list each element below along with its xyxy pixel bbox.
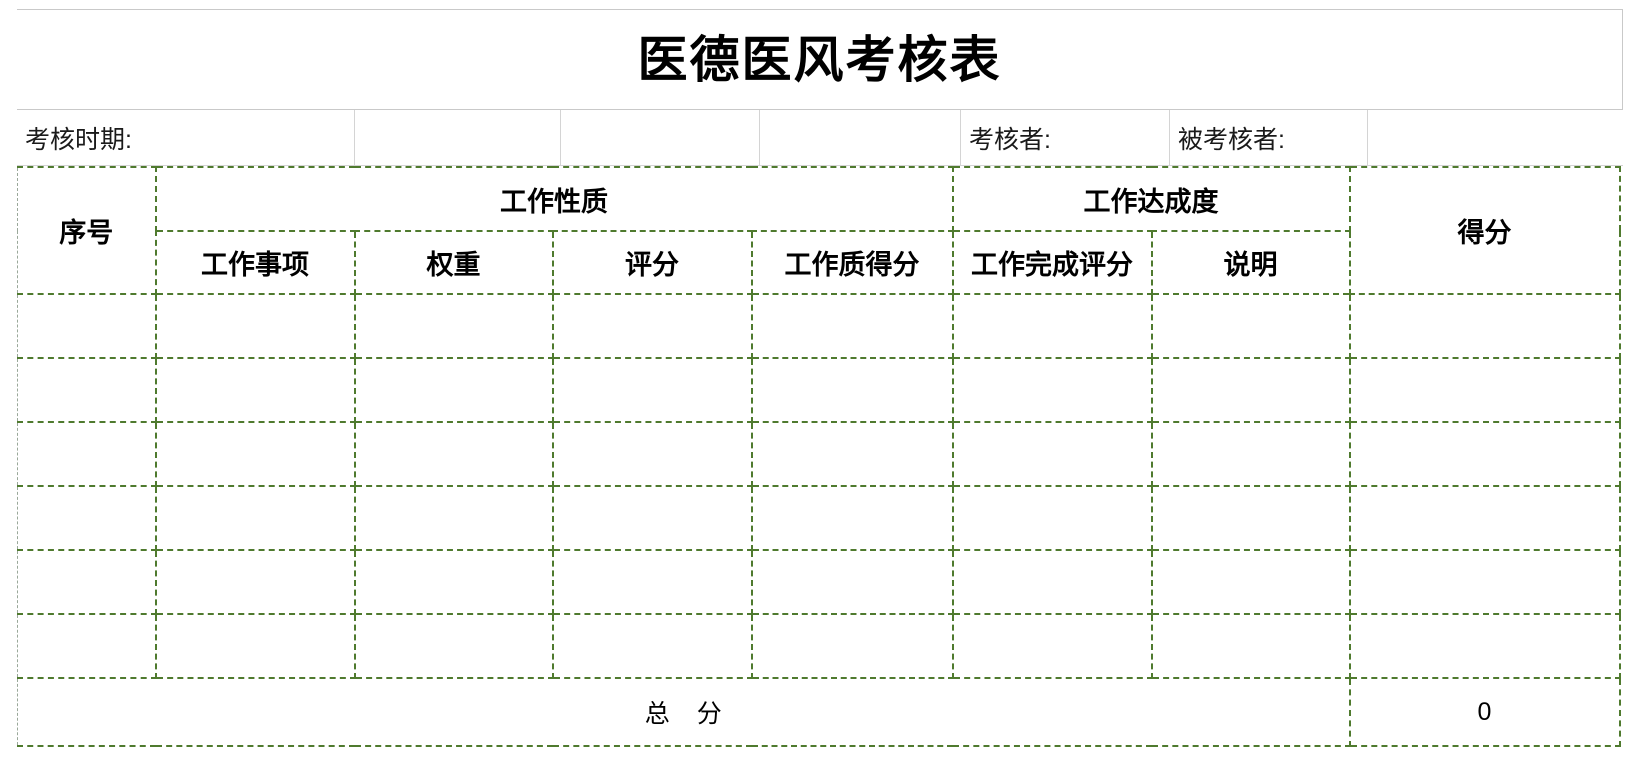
cell-work-item[interactable] [154, 549, 356, 615]
header-row-groups: 序号 工作性质 工作达成度 得分 [17, 166, 1621, 295]
cell-work-quality-score[interactable] [750, 293, 954, 359]
table-row [17, 613, 1621, 679]
total-row: 总 分 0 [17, 677, 1621, 747]
column-header-work-item: 工作事项 [154, 230, 356, 295]
cell-remark[interactable] [1150, 485, 1351, 551]
cell-work-completion-score[interactable] [951, 293, 1153, 359]
table-row [17, 421, 1621, 487]
cell-work-quality-score[interactable] [750, 549, 954, 615]
meta-row: 考核时期: 考核者: 被考核者: [17, 110, 1623, 166]
meta-field-period[interactable]: 考核时期: [17, 110, 355, 166]
page-title: 医德医风考核表 [637, 31, 1002, 88]
cell-score[interactable] [1348, 421, 1621, 487]
cell-work-item[interactable] [154, 485, 356, 551]
column-header-work-quality-score: 工作质得分 [750, 230, 954, 295]
cell-seq[interactable] [17, 613, 157, 679]
cell-remark[interactable] [1150, 357, 1351, 423]
cell-seq[interactable] [17, 485, 157, 551]
cell-remark[interactable] [1150, 613, 1351, 679]
cell-work-completion-score[interactable] [951, 421, 1153, 487]
cell-weight[interactable] [353, 293, 554, 359]
cell-work-completion-score[interactable] [951, 357, 1153, 423]
cell-work-quality-score[interactable] [750, 357, 954, 423]
cell-weight[interactable] [353, 357, 554, 423]
cell-weight[interactable] [353, 549, 554, 615]
table-row [17, 485, 1621, 551]
table-row [17, 293, 1621, 359]
meta-field-assessor[interactable]: 考核者: [961, 110, 1170, 166]
column-group-work-nature: 工作性质 [154, 166, 954, 232]
cell-seq[interactable] [17, 293, 157, 359]
column-header-seq: 序号 [17, 166, 157, 295]
cell-work-completion-score[interactable] [951, 613, 1153, 679]
table-header: 序号 工作性质 工作达成度 得分 工作事项 权重 评分 工作质得分 工作完成评分… [17, 166, 1621, 295]
cell-rating[interactable] [551, 613, 753, 679]
cell-weight[interactable] [353, 613, 554, 679]
column-header-score: 得分 [1348, 166, 1621, 295]
cell-work-item[interactable] [154, 293, 356, 359]
cell-seq[interactable] [17, 421, 157, 487]
cell-rating[interactable] [551, 293, 753, 359]
column-group-work-achievement: 工作达成度 [951, 166, 1351, 232]
cell-rating[interactable] [551, 421, 753, 487]
cell-remark[interactable] [1150, 421, 1351, 487]
cell-weight[interactable] [353, 421, 554, 487]
cell-work-quality-score[interactable] [750, 485, 954, 551]
cell-work-completion-score[interactable] [951, 549, 1153, 615]
meta-field-blank-1[interactable] [355, 110, 561, 166]
meta-field-assessee[interactable]: 被考核者: [1170, 110, 1368, 166]
table-row [17, 549, 1621, 615]
column-header-work-completion-score: 工作完成评分 [951, 230, 1153, 295]
assessment-table: 序号 工作性质 工作达成度 得分 工作事项 权重 评分 工作质得分 工作完成评分… [17, 166, 1621, 747]
cell-work-quality-score[interactable] [750, 421, 954, 487]
cell-seq[interactable] [17, 357, 157, 423]
spreadsheet-canvas: 医德医风考核表 考核时期: 考核者: 被考核者: 序号 工作性质 工作达成度 得… [0, 0, 1638, 784]
title-row: 医德医风考核表 [17, 9, 1623, 110]
cell-remark[interactable] [1150, 293, 1351, 359]
table-body: 总 分 0 [17, 293, 1621, 747]
total-label: 总 分 [17, 677, 1351, 747]
cell-score[interactable] [1348, 293, 1621, 359]
cell-work-item[interactable] [154, 357, 356, 423]
cell-remark[interactable] [1150, 549, 1351, 615]
meta-field-blank-3[interactable] [760, 110, 961, 166]
cell-score[interactable] [1348, 485, 1621, 551]
cell-rating[interactable] [551, 485, 753, 551]
cell-weight[interactable] [353, 485, 554, 551]
column-header-weight: 权重 [353, 230, 554, 295]
cell-score[interactable] [1348, 357, 1621, 423]
meta-field-blank-2[interactable] [561, 110, 760, 166]
cell-rating[interactable] [551, 357, 753, 423]
cell-work-completion-score[interactable] [951, 485, 1153, 551]
column-header-remark: 说明 [1150, 230, 1351, 295]
total-value[interactable]: 0 [1348, 677, 1621, 747]
cell-work-item[interactable] [154, 421, 356, 487]
cell-work-quality-score[interactable] [750, 613, 954, 679]
cell-rating[interactable] [551, 549, 753, 615]
column-header-rating: 评分 [551, 230, 753, 295]
cell-score[interactable] [1348, 549, 1621, 615]
cell-work-item[interactable] [154, 613, 356, 679]
meta-field-blank-4[interactable] [1368, 110, 1623, 166]
cell-score[interactable] [1348, 613, 1621, 679]
table-row [17, 357, 1621, 423]
cell-seq[interactable] [17, 549, 157, 615]
